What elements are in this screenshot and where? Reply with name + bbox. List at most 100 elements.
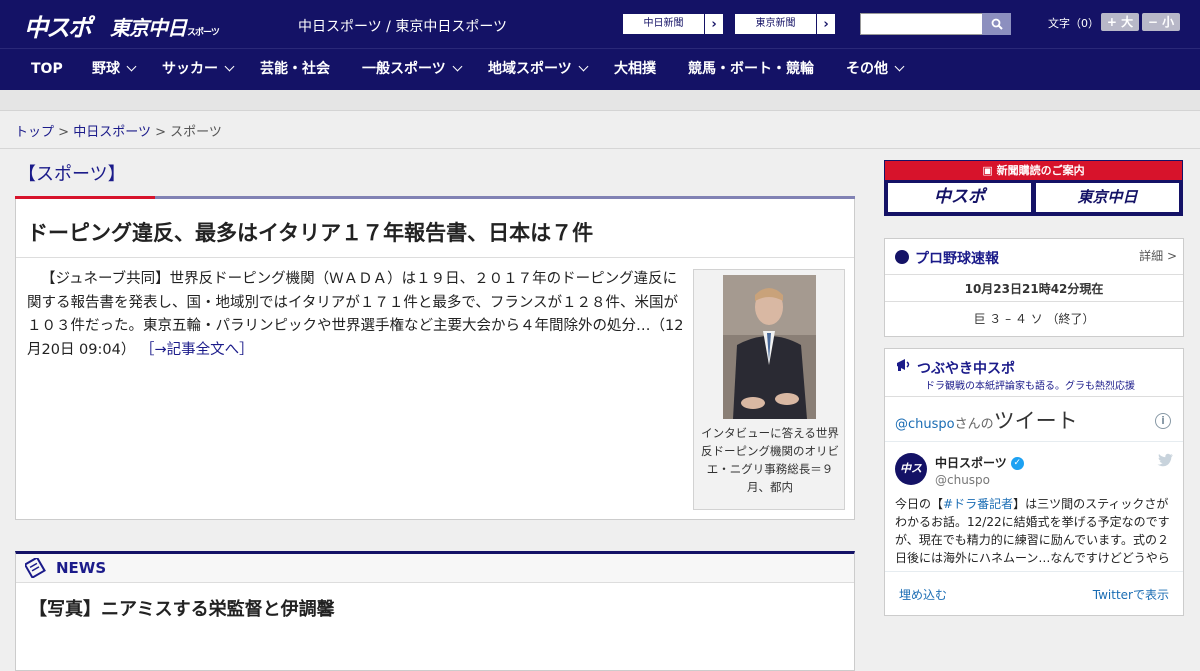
tweets-heading: @chuspoさんのツイート — [895, 405, 1078, 435]
read-more-link[interactable]: ［→記事全文へ］ — [140, 342, 254, 358]
chunichi-shimbun-button[interactable]: 中日新聞 › — [622, 13, 724, 35]
nav-item-racing[interactable]: 競馬・ボート・競輪 — [688, 49, 814, 91]
photo-box: インタビューに答える世界反ドーピング機関のオリビエ・ニグリ事務総長＝９月、都内 — [693, 269, 845, 510]
nav-label: 野球 — [92, 61, 120, 77]
nav-label: サッカー — [162, 61, 218, 77]
tokyo-chunichi-logo[interactable]: 東京中日スポーツ — [110, 12, 220, 41]
twitter-widget: つぶやき中スポ ドラ観戦の本紙評論家も語る。グラも熱烈応援 @chuspoさんの… — [884, 348, 1184, 616]
chevron-down-icon — [452, 61, 463, 72]
font-smaller-button[interactable]: − 小 — [1142, 13, 1180, 31]
main-nav: TOP 野球 サッカー 芸能・社会 一般スポーツ 地域スポーツ 大相撲 競馬・ボ… — [0, 48, 1200, 90]
tweets-label: ツイート — [993, 409, 1078, 433]
tokyo-logo-small: スポーツ — [187, 28, 220, 38]
chevron-right-icon: › — [711, 16, 717, 32]
site-name: 中日スポーツ / 東京中日スポーツ — [298, 19, 508, 35]
nav-item-general-sports[interactable]: 一般スポーツ — [362, 49, 463, 91]
news-headline[interactable]: 【写真】ニアミスする栄監督と伊調馨 — [29, 595, 335, 621]
section-title: 【スポーツ】 — [18, 164, 126, 185]
sub-nav-bar — [0, 90, 1200, 111]
header-bar: 中スポ 東京中日スポーツ 中日スポーツ / 東京中日スポーツ 中日新聞 › 東京… — [0, 0, 1200, 48]
font-larger-button[interactable]: + 大 — [1101, 13, 1139, 31]
font-size-label: 文字（0） — [1048, 17, 1099, 30]
chevron-down-icon — [894, 61, 905, 72]
nav-label: その他 — [846, 61, 888, 77]
newspaper-icon — [25, 558, 46, 578]
card-accent-red — [15, 196, 155, 199]
nav-item-entertainment[interactable]: 芸能・社会 — [260, 49, 330, 91]
baseball-title: プロ野球速報 — [915, 251, 999, 267]
twitter-handle-link[interactable]: @chuspo — [895, 417, 955, 432]
tweet-prefix: 今日の【 — [895, 497, 944, 511]
megaphone-icon — [897, 359, 910, 371]
nav-item-soccer[interactable]: サッカー — [162, 49, 235, 91]
info-icon[interactable]: i — [1155, 413, 1171, 429]
article-headline[interactable]: ドーピング違反、最多はイタリア１７年報告書、日本は７件 — [27, 217, 593, 247]
divider — [885, 301, 1183, 302]
chevron-down-icon — [126, 61, 137, 72]
nav-label: 一般スポーツ — [362, 61, 446, 77]
nav-label: 競馬・ボート・競輪 — [688, 61, 814, 77]
subscribe-chuspo-logo[interactable]: 中スポ — [888, 183, 1031, 212]
nav-item-regional-sports[interactable]: 地域スポーツ — [488, 49, 589, 91]
search-input[interactable] — [860, 13, 983, 35]
article-photo[interactable] — [723, 275, 816, 419]
view-on-twitter-link[interactable]: Twitterで表示 — [1093, 586, 1169, 603]
nav-label: 大相撲 — [614, 61, 656, 77]
news-label: NEWS — [56, 559, 107, 577]
tokyo-shimbun-label: 東京新聞 — [735, 14, 817, 34]
baseball-timestamp: 10月23日21時42分現在 — [964, 282, 1104, 296]
news-header: NEWS — [16, 554, 854, 583]
embed-link[interactable]: 埋め込む — [899, 586, 947, 603]
subscription-banner[interactable]: ▣ 新聞購読のご案内 中スポ 東京中日 — [884, 160, 1183, 216]
breadcrumb-chunichi-sports[interactable]: 中日スポーツ — [73, 125, 151, 140]
avatar[interactable]: 中スポ — [895, 453, 927, 507]
breadcrumb-separator: > — [155, 125, 166, 140]
breadcrumb-top[interactable]: トップ — [15, 125, 54, 140]
nav-item-top[interactable]: TOP — [31, 49, 63, 91]
twitter-widget-subtitle: ドラ観戦の本紙評論家も語る。グラも熱烈応援 — [925, 381, 1135, 392]
search-icon — [991, 18, 1003, 30]
nav-label: TOP — [31, 61, 63, 77]
article-card: ドーピング違反、最多はイタリア１７年報告書、日本は７件 【ジュネーブ共同】世界反… — [15, 196, 855, 520]
subscription-title-text: 新聞購読のご案内 — [996, 164, 1085, 177]
chevron-down-icon — [224, 61, 235, 72]
article-lead-text: 【ジュネーブ共同】世界反ドーピング機関（ＷＡＤＡ）は１９日、２０１７年のドーピン… — [27, 271, 684, 358]
breadcrumb-divider — [0, 148, 1200, 149]
chevron-down-icon — [578, 61, 589, 72]
baseball-detail-link[interactable]: 詳細 > — [1139, 247, 1177, 264]
baseball-icon — [895, 250, 909, 264]
handle-suffix: さんの — [954, 417, 994, 432]
tweet-text: 今日の【#ドラ番記者】は三ツ間のスティックさがわかるお話。12/22に結婚式を挙… — [895, 495, 1175, 569]
breadcrumb-current: スポーツ — [170, 125, 222, 140]
breadcrumb-separator: > — [58, 125, 70, 140]
nav-item-sumo[interactable]: 大相撲 — [614, 49, 656, 91]
tokyo-logo-text: 東京中日 — [110, 16, 187, 40]
divider — [885, 571, 1183, 572]
account-name-text: 中日スポーツ — [935, 456, 1007, 470]
nav-item-baseball[interactable]: 野球 — [92, 49, 137, 91]
subscription-title: ▣ 新聞購読のご案内 — [885, 161, 1182, 180]
divider — [16, 257, 854, 258]
chevron-right-icon: › — [823, 16, 829, 32]
twitter-bird-icon[interactable] — [1157, 453, 1173, 467]
person-photo — [723, 275, 816, 419]
photo-caption: インタビューに答える世界反ドーピング機関のオリビエ・ニグリ事務総長＝９月、都内 — [701, 426, 839, 494]
breadcrumb: トップ > 中日スポーツ > スポーツ — [15, 121, 222, 140]
divider — [885, 274, 1183, 275]
chuspo-logo[interactable]: 中スポ — [24, 8, 92, 43]
chunichi-shimbun-label: 中日新聞 — [623, 14, 705, 34]
verified-badge-icon: ✓ — [1010, 457, 1024, 470]
divider — [885, 441, 1183, 442]
tweet-account-name[interactable]: 中日スポーツ ✓ — [935, 454, 1024, 471]
nav-item-other[interactable]: その他 — [846, 49, 905, 91]
tweet-account-user[interactable]: @chuspo — [935, 473, 990, 487]
tokyo-shimbun-button[interactable]: 東京新聞 › — [734, 13, 836, 35]
news-card: NEWS 【写真】ニアミスする栄監督と伊調馨 — [15, 551, 855, 671]
tweet-hashtag[interactable]: #ドラ番記者 — [943, 497, 1013, 511]
baseball-scores-box: プロ野球速報 詳細 > 10月23日21時42分現在 巨 ３ – ４ ソ （終了… — [884, 238, 1184, 337]
divider — [885, 396, 1183, 397]
baseball-score[interactable]: 巨 ３ – ４ ソ （終了） — [885, 310, 1183, 327]
subscribe-tokyo-logo[interactable]: 東京中日 — [1036, 183, 1179, 212]
article-lead: 【ジュネーブ共同】世界反ドーピング機関（ＷＡＤＡ）は１９日、２０１７年のドーピン… — [27, 268, 687, 362]
search-button[interactable] — [982, 13, 1011, 35]
